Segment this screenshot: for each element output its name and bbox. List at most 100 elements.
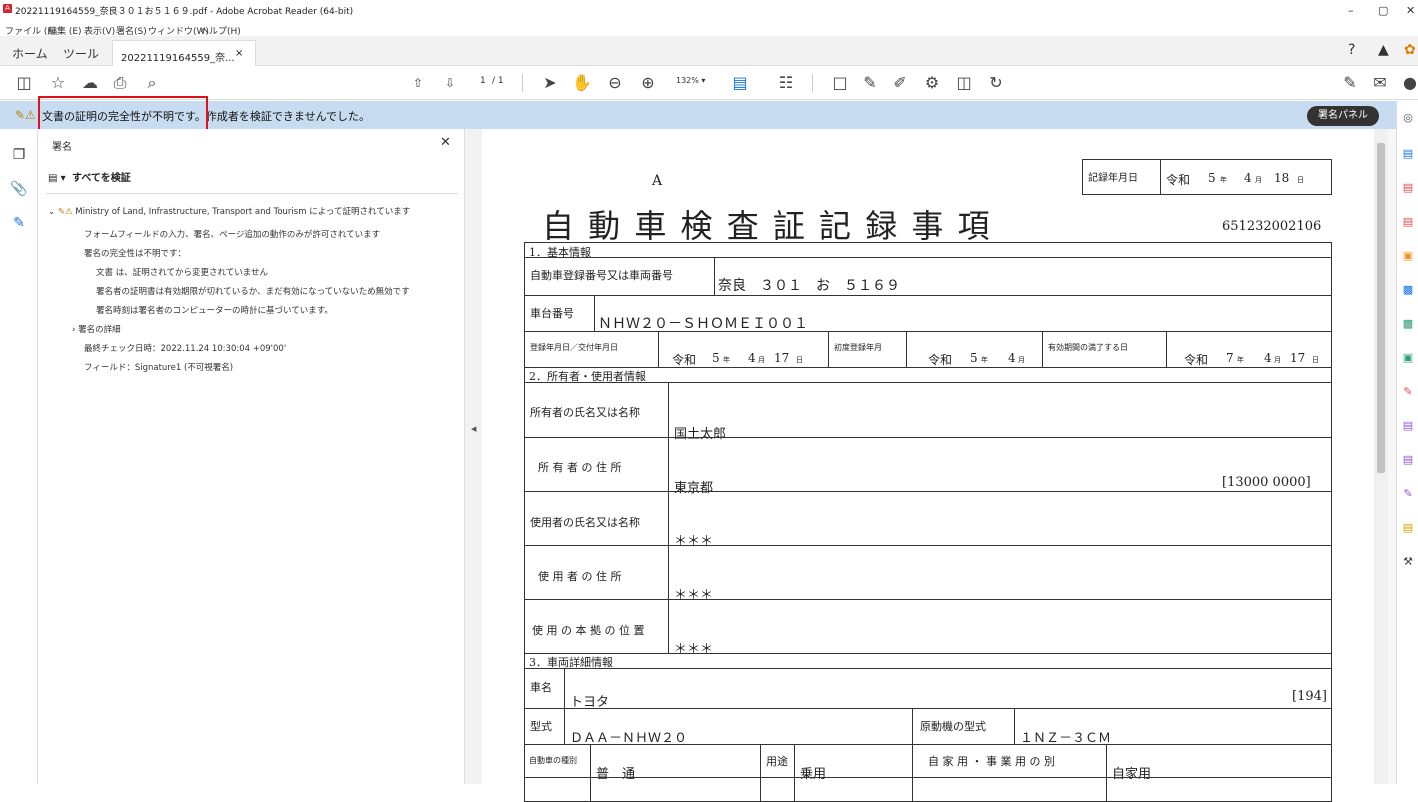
minimize-button[interactable]: – xyxy=(1348,4,1354,17)
signature-details-toggle[interactable]: › 署名の詳細 xyxy=(72,323,121,335)
email-icon[interactable]: ✉ xyxy=(1370,73,1390,93)
edit-pdf-icon[interactable]: ▤ xyxy=(1401,215,1415,229)
tab-row: ホーム ツール 20221119164559_奈... × ? ▲ ✿ xyxy=(0,36,1418,66)
search-tool-icon[interactable]: ◎ xyxy=(1401,111,1415,125)
grid-line xyxy=(1014,708,1015,744)
first-registration-label: 初度登録年月 xyxy=(834,343,882,352)
fill-sign-icon[interactable]: ✎ xyxy=(1340,73,1360,93)
grid-line xyxy=(524,653,1332,654)
close-panel-icon[interactable]: ✕ xyxy=(440,135,451,150)
signatures-icon[interactable]: ✎ xyxy=(10,215,28,233)
comment-icon[interactable]: □ xyxy=(830,73,850,93)
month-unit: 月 xyxy=(758,356,765,364)
signature-panel-button[interactable]: 署名パネル xyxy=(1307,106,1379,126)
signature-detail-line: 署名の完全性は不明です： xyxy=(84,249,187,259)
rotate-icon[interactable]: ↻ xyxy=(986,73,1006,93)
attachments-icon[interactable]: 📎 xyxy=(10,181,28,199)
document-view: A 記録年月日 令和 5 年 4 月 18 日 自 動 車 検 査 証 記 録 … xyxy=(482,129,1374,802)
document-number: 651232002106 xyxy=(1222,219,1322,234)
upload-cloud-icon[interactable]: ☁ xyxy=(80,73,100,93)
record-date-year: 5 xyxy=(1208,171,1216,185)
hand-tool-icon[interactable]: ✋ xyxy=(572,73,592,93)
signature-warning-icon: ✎⚠ xyxy=(15,108,36,122)
menu-bar: ファイル (F) 編集 (E) 表示(V) 署名(S) ウィンドウ(W) ヘルプ… xyxy=(0,20,1418,37)
fill-and-sign-icon[interactable]: ✎ xyxy=(1401,487,1415,501)
comment-tool-icon[interactable]: ▣ xyxy=(1401,249,1415,263)
window-title: 20221119164559_奈良３０１お５１６９.pdf - Adobe Ac… xyxy=(15,7,354,17)
close-tab-icon[interactable]: × xyxy=(235,48,243,59)
signature-tree-item[interactable]: ⌄ ✎⚠ Ministry of Land, Infrastructure, T… xyxy=(48,205,410,217)
zoom-out-icon[interactable]: ⊖ xyxy=(605,73,625,93)
month-unit: 月 xyxy=(1274,356,1281,364)
send-for-signature-icon[interactable]: ▤ xyxy=(1401,521,1415,535)
grid-line xyxy=(668,382,669,653)
vertical-scrollbar[interactable] xyxy=(1374,129,1388,784)
tab-document[interactable]: 20221119164559_奈... × xyxy=(112,40,256,66)
maximize-button[interactable]: ▢ xyxy=(1378,4,1388,17)
grid-line xyxy=(564,708,565,744)
grid-line xyxy=(524,744,1332,745)
redact-icon[interactable]: ✎ xyxy=(1401,385,1415,399)
grid-line xyxy=(564,668,565,708)
zoom-dropdown[interactable]: 132% ▾ xyxy=(676,76,705,85)
organize-pages-icon[interactable]: ▩ xyxy=(1401,317,1415,331)
fit-page-icon[interactable]: ▤ xyxy=(730,73,750,93)
zoom-in-icon[interactable]: ⊕ xyxy=(638,73,658,93)
create-pdf-icon[interactable]: ▤ xyxy=(1401,181,1415,195)
model-label: 型式 xyxy=(530,720,552,733)
page-total: / 1 xyxy=(492,76,504,86)
use-label: 用途 xyxy=(766,755,788,768)
delete-icon[interactable]: ◫ xyxy=(954,73,974,93)
page-down-icon[interactable]: ⇩ xyxy=(440,73,460,93)
help-icon[interactable]: ? xyxy=(1348,42,1355,58)
year-unit: 年 xyxy=(1220,176,1227,184)
toolbar: ◫ ☆ ☁ ⎙ ⌕ ⇧ ⇩ 1 / 1 ➤ ✋ ⊖ ⊕ 132% ▾ ▤ ☷ □… xyxy=(0,66,1418,100)
first-registration-year: 5 xyxy=(970,351,978,365)
tab-tools[interactable]: ツール xyxy=(63,45,99,62)
panel-splitter[interactable]: ◀ xyxy=(464,129,482,784)
page-thumbnails-icon[interactable]: ❐ xyxy=(10,147,28,165)
collapse-panel-icon[interactable]: ◀ xyxy=(471,425,476,433)
compress-pdf-icon[interactable]: ▣ xyxy=(1401,351,1415,365)
grid-line xyxy=(524,437,1332,438)
grid-line xyxy=(524,668,1332,669)
corner-letter: A xyxy=(652,173,663,189)
tab-home[interactable]: ホーム xyxy=(12,45,48,62)
grid-line xyxy=(1106,744,1107,802)
close-window-button[interactable]: ✕ xyxy=(1406,4,1415,17)
verify-all-button[interactable]: ▤ ▾ すべてを検証 xyxy=(48,169,131,184)
prepare-form-icon[interactable]: ▤ xyxy=(1401,453,1415,467)
record-date-era: 令和 xyxy=(1166,173,1191,187)
grid-line xyxy=(524,777,1332,778)
stamp-icon[interactable]: ⚙ xyxy=(922,73,942,93)
save-icon[interactable]: ◫ xyxy=(14,73,34,93)
certified-by-text: Ministry of Land, Infrastructure, Transp… xyxy=(75,207,411,217)
highlight-pen-icon[interactable]: ✎ xyxy=(860,73,880,93)
panel-header: 署名 xyxy=(52,142,72,153)
more-tools-icon[interactable]: ● xyxy=(1400,73,1418,93)
account-icon[interactable]: ✿ xyxy=(1404,42,1416,58)
scrollbar-thumb[interactable] xyxy=(1377,143,1385,473)
vehicle-kind-value: 普 通 xyxy=(596,767,636,782)
draw-signature-icon[interactable]: ✐ xyxy=(890,73,910,93)
user-address-label: 使 用 者 の 住 所 xyxy=(538,570,622,583)
page-number-input[interactable]: 1 xyxy=(480,76,486,86)
bookmark-star-icon[interactable]: ☆ xyxy=(48,73,68,93)
select-cursor-icon[interactable]: ➤ xyxy=(540,73,560,93)
right-tools-rail: ◎ ▤ ▤ ▤ ▣ ▩ ▩ ▣ ✎ ▤ ▤ ✎ ▤ ⚒ xyxy=(1396,101,1418,784)
search-icon[interactable]: ⌕ xyxy=(142,73,162,93)
registration-date-label: 登録年月日／交付年月日 xyxy=(530,343,618,352)
combine-files-icon[interactable]: ▩ xyxy=(1401,283,1415,297)
export-pdf-icon[interactable]: ▤ xyxy=(1401,147,1415,161)
notifications-icon[interactable]: ▲ xyxy=(1378,42,1389,58)
scroll-mode-icon[interactable]: ☷ xyxy=(776,73,796,93)
protect-icon[interactable]: ▤ xyxy=(1401,419,1415,433)
right-collapse-strip[interactable] xyxy=(1388,129,1396,784)
base-location-value: ＊＊＊ xyxy=(674,642,714,657)
page-up-icon[interactable]: ⇧ xyxy=(408,73,428,93)
owner-name-value: 国土太郎 xyxy=(674,427,727,442)
print-icon[interactable]: ⎙ xyxy=(110,73,130,93)
more-tools-wrench-icon[interactable]: ⚒ xyxy=(1401,555,1415,569)
engine-model-label: 原動機の型式 xyxy=(920,720,986,733)
options-menu-icon: ▤ ▾ xyxy=(48,173,66,184)
